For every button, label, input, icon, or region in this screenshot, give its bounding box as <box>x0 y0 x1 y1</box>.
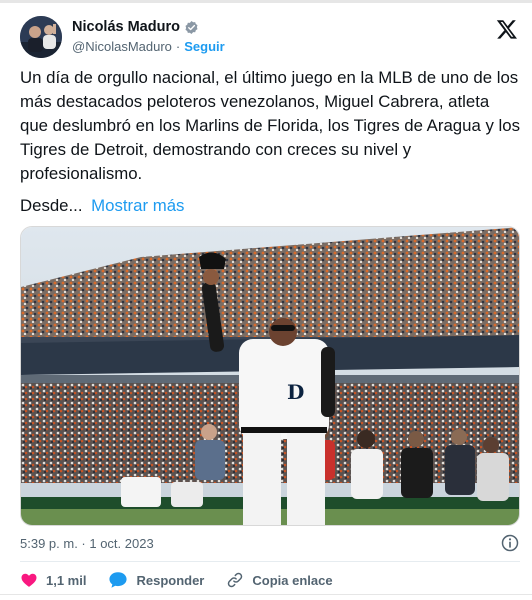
tweet-card: Nicolás Maduro @NicolasMaduro · Seguir U… <box>0 0 532 600</box>
copy-link-button[interactable]: Copia enlace <box>226 571 333 589</box>
verified-badge-icon <box>185 20 198 34</box>
truncated-text: Desde... <box>20 196 83 215</box>
x-logo-icon[interactable] <box>496 18 518 40</box>
link-icon <box>228 572 243 588</box>
author-handle-row: @NicolasMaduro · Seguir <box>72 39 225 54</box>
action-bar: 1,1 mil Responder Copia enlace <box>20 571 355 589</box>
copy-link-label: Copia enlace <box>252 572 333 588</box>
show-more-link[interactable]: Mostrar más <box>91 196 184 215</box>
top-border <box>0 0 532 3</box>
separator-dot: · <box>175 39 181 54</box>
like-button[interactable]: 1,1 mil <box>20 571 86 589</box>
tweet-text: Un día de orgullo nacional, el último ju… <box>20 68 520 183</box>
info-icon[interactable] <box>500 533 520 553</box>
truncation-row: Desde... Mostrar más <box>20 196 184 216</box>
author-name-row[interactable]: Nicolás Maduro <box>72 19 199 35</box>
heart-icon <box>21 573 37 587</box>
tweet-timestamp[interactable]: 5:39 p. m. · 1 oct. 2023 <box>20 536 154 551</box>
tweet-photo[interactable]: D <box>20 226 520 526</box>
divider <box>20 561 520 562</box>
reply-bubble-icon <box>109 572 128 588</box>
reply-button[interactable]: Responder <box>108 571 204 589</box>
reply-label: Responder <box>136 572 205 588</box>
stadium-photo: D <box>21 227 519 525</box>
jersey-letter: D <box>287 380 304 404</box>
like-count: 1,1 mil <box>46 572 87 588</box>
author-name[interactable]: Nicolás Maduro <box>72 19 180 35</box>
follow-button[interactable]: Seguir <box>184 39 224 54</box>
author-handle[interactable]: @NicolasMaduro <box>72 39 172 54</box>
avatar[interactable] <box>20 16 62 58</box>
bottom-border <box>0 594 532 600</box>
